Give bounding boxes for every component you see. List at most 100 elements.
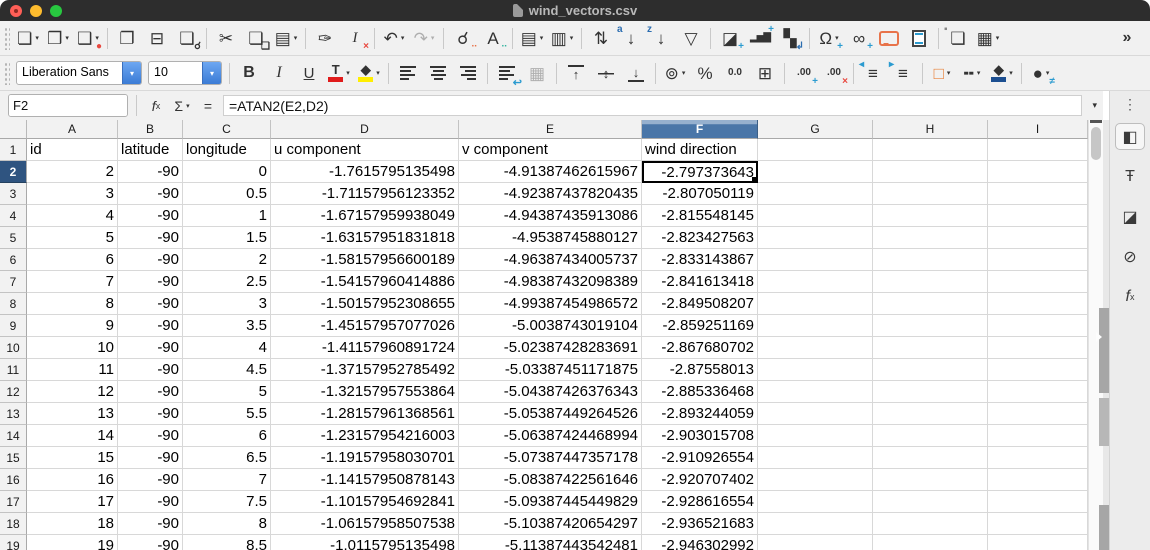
scrollbar-thumb[interactable]: [1091, 127, 1101, 160]
cell-E11[interactable]: -5.03387451171875: [459, 359, 642, 381]
insert-comment-icon[interactable]: [874, 24, 904, 52]
cell-A1[interactable]: id: [27, 139, 118, 161]
cell-C13[interactable]: 5.5: [183, 403, 271, 425]
cell-A14[interactable]: 14: [27, 425, 118, 447]
cell-F7[interactable]: -2.841613418: [642, 271, 758, 293]
cell-G19[interactable]: [758, 535, 873, 550]
undo-icon-dropdown[interactable]: ▾: [401, 34, 405, 42]
equals-icon[interactable]: =: [197, 98, 219, 114]
cell-D19[interactable]: -1.0115795135498: [271, 535, 459, 550]
cell-E12[interactable]: -5.04387426376343: [459, 381, 642, 403]
cell-I19[interactable]: [988, 535, 1088, 550]
cell-C16[interactable]: 7: [183, 469, 271, 491]
cell-C14[interactable]: 6: [183, 425, 271, 447]
cell-B10[interactable]: -90: [118, 337, 183, 359]
sum-icon[interactable]: Σ▾: [171, 98, 193, 114]
cell-D2[interactable]: -1.7615795135498: [271, 161, 459, 183]
insert-pivot-table-icon[interactable]: ▚↲: [775, 24, 805, 52]
cell-A7[interactable]: 7: [27, 271, 118, 293]
functions-icon[interactable]: fx: [1115, 283, 1145, 310]
column-header-F[interactable]: F: [642, 120, 758, 139]
cell-B15[interactable]: -90: [118, 447, 183, 469]
cell-I2[interactable]: [988, 161, 1088, 183]
font-size-combo-dropdown-icon[interactable]: ▾: [202, 62, 221, 84]
cell-D16[interactable]: -1.14157950878143: [271, 469, 459, 491]
cell-I10[interactable]: [988, 337, 1088, 359]
cell-H14[interactable]: [873, 425, 988, 447]
insert-columns-icon[interactable]: ▥▾: [547, 24, 577, 52]
cell-D14[interactable]: -1.23157954216003: [271, 425, 459, 447]
cell-C12[interactable]: 5: [183, 381, 271, 403]
column-header-G[interactable]: G: [758, 120, 873, 139]
cell-F17[interactable]: -2.928616554: [642, 491, 758, 513]
increase-indent-icon[interactable]: ≡▸: [888, 59, 918, 87]
insert-image-icon[interactable]: ◪+: [715, 24, 745, 52]
cell-E3[interactable]: -4.92387437820435: [459, 183, 642, 205]
row-header-3[interactable]: 3: [0, 183, 27, 205]
cell-E6[interactable]: -4.96387434005737: [459, 249, 642, 271]
cell-B3[interactable]: -90: [118, 183, 183, 205]
align-center-icon[interactable]: [423, 59, 453, 87]
navigator-icon[interactable]: ⊘: [1115, 243, 1145, 270]
redo-icon[interactable]: ↷▾: [409, 24, 439, 52]
cell-F2[interactable]: -2.797373643: [642, 161, 758, 183]
currency-format-icon-dropdown[interactable]: ▾: [682, 69, 686, 77]
font-color-icon[interactable]: T▾: [324, 59, 354, 87]
cell-E17[interactable]: -5.09387445449829: [459, 491, 642, 513]
cell-F14[interactable]: -2.903015708: [642, 425, 758, 447]
cell-C3[interactable]: 0.5: [183, 183, 271, 205]
cell-F10[interactable]: -2.867680702: [642, 337, 758, 359]
special-character-icon[interactable]: Ω+▾: [814, 24, 844, 52]
cell-F9[interactable]: -2.859251169: [642, 315, 758, 337]
cell-C10[interactable]: 4: [183, 337, 271, 359]
properties-icon[interactable]: ◧: [1115, 123, 1145, 150]
redo-icon-dropdown[interactable]: ▾: [431, 34, 435, 42]
row-header-19[interactable]: 19: [0, 535, 27, 550]
cell-C2[interactable]: 0: [183, 161, 271, 183]
cell-H11[interactable]: [873, 359, 988, 381]
cell-A15[interactable]: 15: [27, 447, 118, 469]
cell-E10[interactable]: -5.02387428283691: [459, 337, 642, 359]
cell-G15[interactable]: [758, 447, 873, 469]
cell-H5[interactable]: [873, 227, 988, 249]
font-name-combo-dropdown-icon[interactable]: ▾: [122, 62, 141, 84]
row-header-17[interactable]: 17: [0, 491, 27, 513]
cell-D8[interactable]: -1.50157952308655: [271, 293, 459, 315]
cell-B7[interactable]: -90: [118, 271, 183, 293]
background-color-icon-dropdown[interactable]: ▾: [1009, 69, 1013, 77]
cell-I16[interactable]: [988, 469, 1088, 491]
cell-D12[interactable]: -1.32157957553864: [271, 381, 459, 403]
insert-hyperlink-icon[interactable]: ∞+: [844, 24, 874, 52]
cell-B5[interactable]: -90: [118, 227, 183, 249]
column-header-E[interactable]: E: [459, 120, 642, 139]
cell-F3[interactable]: -2.807050119: [642, 183, 758, 205]
cell-I6[interactable]: [988, 249, 1088, 271]
cell-B19[interactable]: -90: [118, 535, 183, 550]
row-header-4[interactable]: 4: [0, 205, 27, 227]
decrease-indent-icon[interactable]: ≡◂: [858, 59, 888, 87]
delete-decimal-icon[interactable]: .00×: [819, 59, 849, 87]
cell-C6[interactable]: 2: [183, 249, 271, 271]
cut-icon[interactable]: ✂: [211, 24, 241, 52]
styles-icon[interactable]: Ŧ: [1115, 163, 1145, 190]
cell-E5[interactable]: -4.9538745880127: [459, 227, 642, 249]
font-name-combo[interactable]: Liberation Sans▾: [16, 61, 142, 85]
cell-I17[interactable]: [988, 491, 1088, 513]
cell-A19[interactable]: 19: [27, 535, 118, 550]
cell-E9[interactable]: -5.0038743019104: [459, 315, 642, 337]
find-replace-icon[interactable]: ☌∙∙: [448, 24, 478, 52]
cell-A17[interactable]: 17: [27, 491, 118, 513]
cell-A18[interactable]: 18: [27, 513, 118, 535]
paste-icon[interactable]: ▤▾: [271, 24, 301, 52]
cell-B13[interactable]: -90: [118, 403, 183, 425]
cell-F11[interactable]: -2.87558013: [642, 359, 758, 381]
sort-icon[interactable]: ⇅: [586, 24, 616, 52]
cell-A4[interactable]: 4: [27, 205, 118, 227]
align-bottom-icon[interactable]: ↓: [621, 59, 651, 87]
align-top-icon[interactable]: ↑: [561, 59, 591, 87]
bold-icon[interactable]: B: [234, 59, 264, 87]
column-header-D[interactable]: D: [271, 120, 459, 139]
border-style-icon-dropdown[interactable]: ▾: [977, 69, 981, 77]
save-icon[interactable]: ❑●▾: [73, 24, 103, 52]
name-box[interactable]: ▾: [8, 94, 128, 117]
